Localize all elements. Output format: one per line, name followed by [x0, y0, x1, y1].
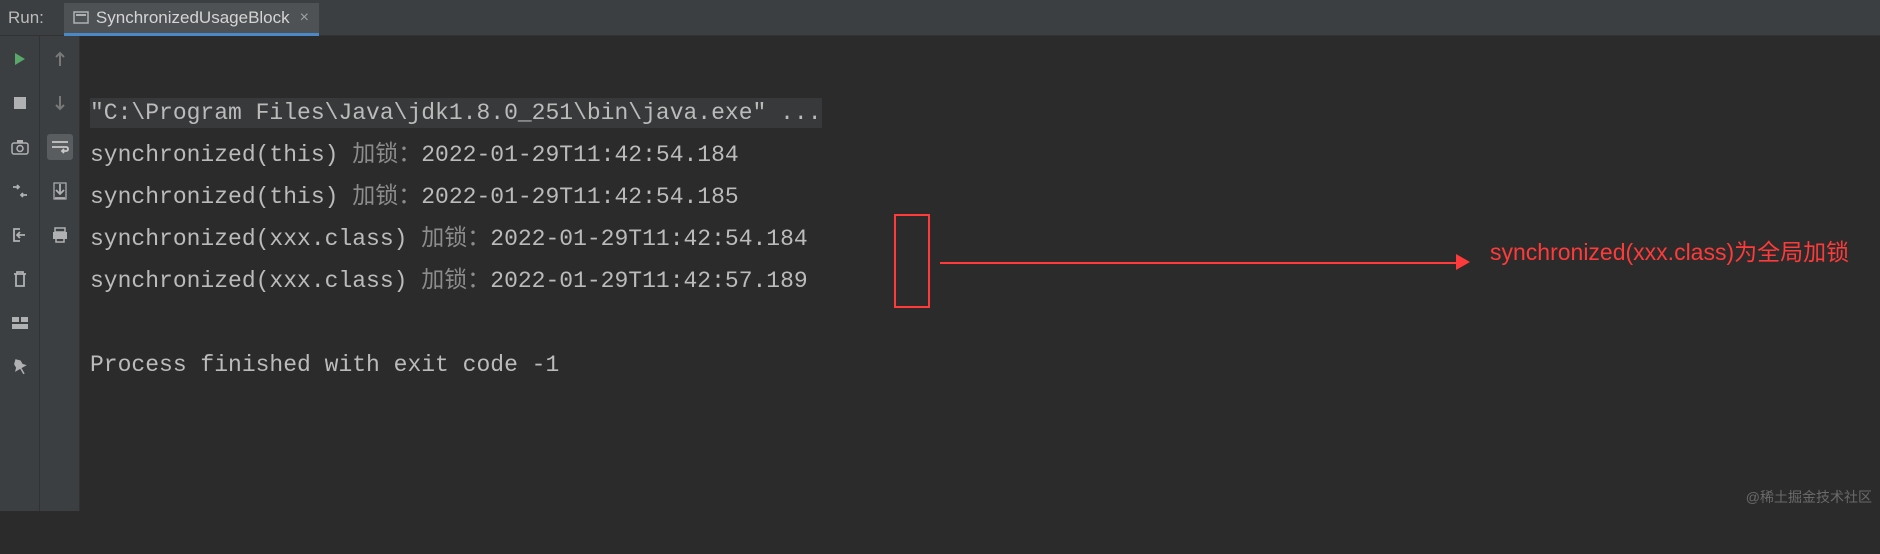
run-tool-header: Run: SynchronizedUsageBlock ×: [0, 0, 1880, 36]
print-button[interactable]: [47, 222, 73, 248]
fragments-button[interactable]: [7, 178, 33, 204]
up-stack-button[interactable]: [47, 46, 73, 72]
left-toolbar-2: [40, 36, 80, 511]
rerun-button[interactable]: [7, 46, 33, 72]
left-toolbar-1: [0, 36, 40, 511]
run-config-tab[interactable]: SynchronizedUsageBlock ×: [64, 3, 319, 36]
app-icon: [72, 9, 90, 27]
tab-title: SynchronizedUsageBlock: [96, 8, 290, 28]
stop-button[interactable]: [7, 90, 33, 116]
soft-wrap-button[interactable]: [47, 134, 73, 160]
close-tab-icon[interactable]: ×: [300, 9, 309, 27]
console-output[interactable]: "C:\Program Files\Java\jdk1.8.0_251\bin\…: [80, 36, 1880, 511]
run-body: "C:\Program Files\Java\jdk1.8.0_251\bin\…: [0, 36, 1880, 511]
run-label: Run:: [8, 8, 64, 28]
watermark: @稀土掘金技术社区: [1746, 487, 1872, 507]
log-line-4: synchronized(xxx.class) 加锁：2022-01-29T11…: [90, 268, 808, 294]
highlight-box: [894, 214, 930, 308]
annotation-text: synchronized(xxx.class)为全局加锁: [1490, 236, 1830, 268]
command-line: "C:\Program Files\Java\jdk1.8.0_251\bin\…: [90, 98, 822, 128]
layout-button[interactable]: [7, 310, 33, 336]
screenshot-button[interactable]: [7, 134, 33, 160]
log-line-1: synchronized(this) 加锁：2022-01-29T11:42:5…: [90, 142, 739, 168]
log-line-2: synchronized(this) 加锁：2022-01-29T11:42:5…: [90, 184, 739, 210]
log-line-3: synchronized(xxx.class) 加锁：2022-01-29T11…: [90, 226, 808, 252]
scroll-to-end-button[interactable]: [47, 178, 73, 204]
down-stack-button[interactable]: [47, 90, 73, 116]
exit-line: Process finished with exit code -1: [90, 352, 559, 378]
trash-button[interactable]: [7, 266, 33, 292]
pin-button[interactable]: [7, 354, 33, 380]
annotation-arrow: [940, 258, 1480, 268]
exit-button[interactable]: [7, 222, 33, 248]
